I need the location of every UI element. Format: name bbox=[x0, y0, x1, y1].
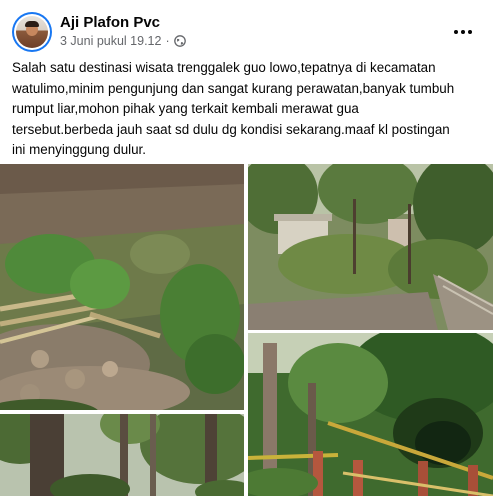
avatar[interactable] bbox=[12, 12, 52, 52]
meta-separator: · bbox=[165, 34, 170, 48]
author-name[interactable]: Aji Plafon Pvc bbox=[60, 14, 160, 31]
more-dot bbox=[461, 30, 465, 34]
post-header: Aji Plafon Pvc 3 Juni pukul 19.12 · bbox=[12, 12, 481, 52]
more-dot bbox=[454, 30, 458, 34]
post-text: Salah satu destinasi wisata trenggalek g… bbox=[12, 60, 455, 157]
more-dot bbox=[468, 30, 472, 34]
post-meta: 3 Juni pukul 19.12 · bbox=[60, 34, 186, 48]
more-options-icon[interactable] bbox=[451, 20, 475, 44]
photo-3[interactable] bbox=[0, 414, 244, 496]
avatar-hair bbox=[25, 21, 39, 27]
globe-icon[interactable] bbox=[173, 35, 186, 47]
post-timestamp[interactable]: 3 Juni pukul 19.12 bbox=[60, 34, 161, 48]
avatar-photo bbox=[16, 16, 48, 48]
photo-2[interactable] bbox=[248, 164, 493, 330]
photo-1[interactable] bbox=[0, 164, 244, 410]
photo-4[interactable] bbox=[248, 333, 493, 496]
avatar-ring bbox=[14, 14, 50, 50]
